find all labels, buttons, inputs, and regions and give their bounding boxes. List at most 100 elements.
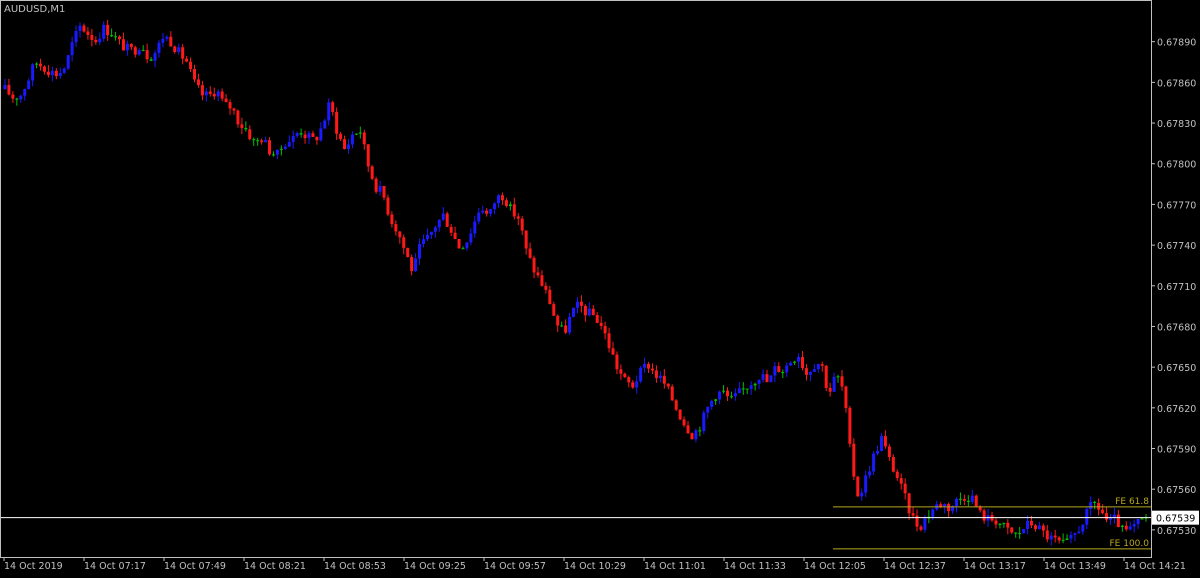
- fibo-expansion[interactable]: FE 61.8 FE 100.0: [833, 497, 1151, 550]
- time-tick-label: 14 Oct 09:25: [404, 561, 466, 572]
- candle-body: [121, 39, 125, 51]
- candle-body: [220, 91, 224, 99]
- candle-body: [820, 364, 824, 366]
- candle: [402, 234, 406, 255]
- candle: [153, 50, 157, 68]
- candle-body: [485, 210, 489, 214]
- candle-body: [410, 257, 414, 272]
- candle-body: [678, 409, 682, 420]
- candle: [248, 125, 252, 141]
- candle: [169, 31, 173, 47]
- candle-body: [1105, 513, 1109, 520]
- time-tick-label: 14 Oct 08:21: [244, 561, 306, 572]
- candle: [283, 144, 287, 150]
- price-tick-label: 0.67710: [1157, 282, 1196, 293]
- candle-body: [729, 396, 733, 398]
- candle-body: [46, 71, 50, 76]
- candle: [1006, 519, 1010, 535]
- candle: [303, 130, 307, 144]
- candle-body: [1116, 514, 1120, 527]
- time-tick-label: 14 Oct 11:33: [724, 561, 786, 572]
- candle: [793, 360, 797, 366]
- candle-body: [954, 498, 958, 507]
- candle-body: [856, 476, 860, 497]
- time-tick-label: 14 Oct 10:29: [564, 561, 626, 572]
- candle-body: [662, 375, 666, 384]
- candle: [307, 130, 311, 145]
- candle-body: [769, 375, 773, 383]
- candle: [520, 216, 524, 235]
- candle-body: [208, 91, 212, 94]
- candle: [358, 126, 362, 139]
- candle: [177, 43, 181, 55]
- candle: [374, 176, 378, 194]
- candle: [149, 56, 153, 62]
- candle-body: [824, 365, 828, 388]
- candle: [1033, 524, 1037, 532]
- candle: [212, 87, 216, 100]
- candle: [465, 242, 469, 251]
- candle: [78, 22, 82, 38]
- candle-body: [50, 70, 54, 76]
- candle-body: [1101, 509, 1105, 514]
- candle: [686, 420, 690, 435]
- candle-body: [737, 388, 741, 394]
- candle-body: [331, 102, 335, 112]
- candle-body: [382, 185, 386, 198]
- candle: [860, 488, 864, 501]
- candle-body: [812, 369, 816, 372]
- candle-body: [386, 197, 390, 215]
- candle-body: [658, 375, 662, 379]
- candle: [500, 192, 504, 206]
- candle: [678, 409, 682, 421]
- candle: [824, 364, 828, 392]
- candle-body: [445, 213, 449, 227]
- candle: [891, 454, 895, 473]
- candle: [1037, 521, 1041, 530]
- candle: [236, 109, 240, 128]
- candle: [927, 509, 931, 524]
- candle: [260, 138, 264, 145]
- candle: [453, 226, 457, 240]
- candle: [74, 25, 78, 47]
- candle: [256, 137, 260, 146]
- candle-body: [726, 390, 730, 397]
- candle-body: [974, 495, 978, 507]
- candle-body: [374, 178, 378, 192]
- candle-body: [402, 237, 406, 248]
- candle: [674, 398, 678, 412]
- time-tick-label: 14 Oct 12:37: [884, 561, 946, 572]
- candle-body: [279, 148, 283, 150]
- chart-window[interactable]: AUDUSD,M1 FE 61.8 FE 100.0 0.67539 0.6789…: [0, 0, 1200, 574]
- candle-body: [319, 128, 323, 141]
- candle-body: [228, 102, 232, 109]
- candle: [406, 247, 410, 258]
- candle-body: [627, 377, 631, 383]
- price-chart[interactable]: AUDUSD,M1 FE 61.8 FE 100.0 0.67539 0.6789…: [0, 0, 1200, 574]
- candle-body: [42, 66, 46, 72]
- candle-body: [473, 221, 477, 234]
- candle: [1112, 507, 1116, 524]
- candle-body: [181, 47, 185, 59]
- candle: [650, 363, 654, 374]
- candle-body: [137, 50, 141, 55]
- candle: [62, 67, 66, 75]
- candle: [429, 231, 433, 239]
- candle-body: [1053, 535, 1057, 538]
- candle: [181, 43, 185, 65]
- candle: [690, 432, 694, 440]
- candle: [512, 197, 516, 220]
- candle-body: [236, 110, 240, 125]
- candle-body: [58, 72, 62, 77]
- candle: [718, 390, 722, 405]
- candle: [737, 381, 741, 394]
- candle-body: [840, 376, 844, 387]
- candle-body: [816, 364, 820, 370]
- candle: [828, 382, 832, 397]
- candle-body: [70, 42, 74, 56]
- candle-body: [390, 214, 394, 225]
- candle: [382, 185, 386, 201]
- candle: [414, 252, 418, 272]
- candle: [1108, 513, 1112, 526]
- candle-body: [615, 354, 619, 370]
